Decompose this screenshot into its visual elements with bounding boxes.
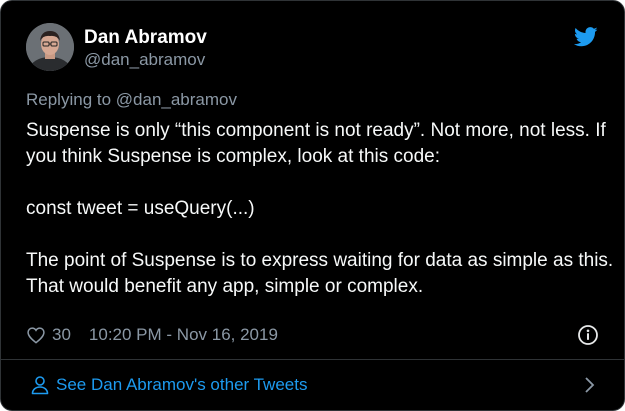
replying-prefix: Replying to: [26, 90, 116, 109]
tweet-text: Suspense is only “this component is not …: [26, 118, 616, 300]
replying-handle[interactable]: @dan_abramov: [116, 90, 237, 109]
like-count: 30: [52, 325, 71, 344]
tweet-meta: 30 10:20 PM - Nov 16, 2019: [26, 322, 599, 348]
tweet-header: Dan Abramov @dan_abramov: [26, 23, 604, 73]
display-name[interactable]: Dan Abramov: [84, 27, 207, 49]
tweet-paragraph: Suspense is only “this component is not …: [26, 120, 606, 167]
author-handle[interactable]: @dan_abramov: [84, 49, 207, 71]
embedded-tweet-card: Dan Abramov @dan_abramov Replying to @da…: [0, 0, 625, 411]
tweet-paragraph: The point of Suspense is to express wait…: [26, 250, 614, 297]
replying-to: Replying to @dan_abramov: [26, 90, 237, 110]
heart-icon: [27, 327, 45, 344]
tweet-code-line: const tweet = useQuery(...): [26, 198, 255, 219]
author-info[interactable]: Dan Abramov @dan_abramov: [84, 27, 207, 71]
info-icon[interactable]: [577, 324, 599, 346]
see-other-tweets-link[interactable]: See Dan Abramov's other Tweets: [26, 360, 599, 410]
chevron-right-icon[interactable]: [579, 375, 599, 395]
person-icon: [31, 376, 49, 395]
like-button[interactable]: 30: [26, 325, 89, 345]
twitter-bird-icon[interactable]: [573, 27, 598, 47]
see-other-tweets-label[interactable]: See Dan Abramov's other Tweets: [56, 375, 307, 395]
avatar[interactable]: [26, 23, 74, 71]
timestamp-link[interactable]: 10:20 PM - Nov 16, 2019: [89, 325, 278, 345]
